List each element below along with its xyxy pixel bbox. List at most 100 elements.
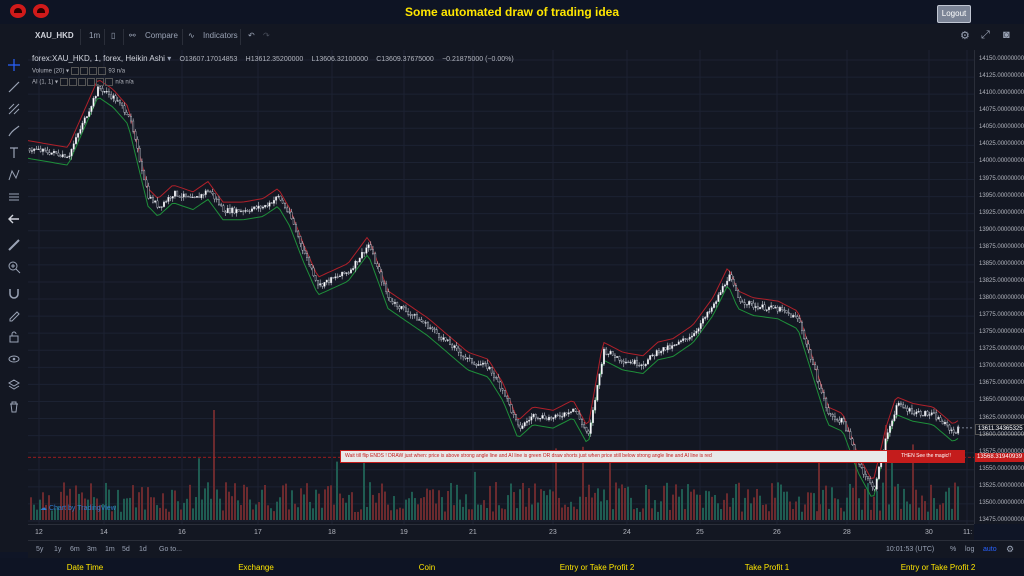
candle-body	[559, 415, 561, 417]
lock-icon[interactable]	[7, 330, 21, 344]
zoom-in-icon[interactable]	[7, 260, 21, 274]
range-5y[interactable]: 5y	[36, 546, 43, 553]
crosshair-icon[interactable]	[7, 58, 21, 72]
layers-icon[interactable]	[7, 378, 21, 392]
price-label: 13975.00000000	[979, 175, 1024, 182]
volume-bar	[111, 511, 113, 520]
goto-button[interactable]: Go to...	[159, 546, 182, 553]
price-chart[interactable]: forex:XAU_HKD, 1, forex, Heikin Ashi ▾ O…	[28, 50, 974, 524]
candle-body	[156, 200, 159, 208]
candle-body	[574, 408, 577, 412]
candle-body	[279, 195, 282, 201]
volume-bar	[957, 486, 959, 520]
candle-body	[746, 304, 748, 306]
candle-body	[842, 418, 845, 423]
candle-body	[493, 372, 495, 378]
volume-legend[interactable]: Volume (20) ▾ 93 n/a	[32, 67, 125, 75]
stay-in-drawing-icon[interactable]	[7, 308, 21, 322]
candle-body	[72, 143, 75, 150]
price-axis[interactable]: 13611.34365325 13568.31940939 14150.0000…	[974, 50, 1024, 524]
volume-bar	[333, 504, 335, 520]
indicators-button[interactable]: Indicators	[203, 31, 238, 40]
axis-settings-icon[interactable]: ⚙	[1006, 544, 1014, 555]
volume-values: 93 n/a	[108, 68, 126, 75]
candle-body	[488, 366, 491, 370]
volume-bar	[402, 508, 404, 520]
range-bar: 5y 1y 6m 3m 1m 5d 1d Go to... 10:01:53 (…	[28, 540, 1024, 559]
range-5d[interactable]: 5d	[122, 546, 130, 553]
candle-body	[611, 351, 614, 356]
candle-body	[684, 338, 687, 340]
measure-icon[interactable]	[7, 190, 21, 204]
magnet-icon[interactable]	[7, 286, 21, 300]
pattern-icon[interactable]	[7, 168, 21, 182]
candle-body	[710, 307, 713, 312]
footer-entry-tp2: Entry or Take Profit 2	[559, 563, 635, 572]
arrow-left-icon[interactable]	[7, 212, 21, 226]
candle-body	[446, 339, 449, 341]
volume-bar	[168, 511, 170, 520]
candle-body	[350, 269, 352, 274]
ai-legend[interactable]: AI (1, 1) ▾ n/a n/a	[32, 78, 134, 86]
symbol-search[interactable]: XAU_HKD	[35, 31, 74, 40]
range-1d[interactable]: 1d	[139, 546, 147, 553]
fullscreen-icon[interactable]: ⤢	[981, 29, 990, 42]
candle-body	[255, 206, 258, 209]
camera-icon[interactable]: ◙	[1003, 29, 1010, 41]
undo-icon[interactable]: ↶	[248, 31, 255, 40]
candle-body	[939, 417, 942, 422]
range-3m[interactable]: 3m	[87, 546, 97, 553]
chart-style-icon[interactable]: ▯	[111, 31, 115, 40]
volume-bar	[279, 497, 281, 520]
compare-button[interactable]: Compare	[145, 31, 178, 40]
volume-bar	[585, 496, 587, 520]
volume-bar	[453, 505, 455, 520]
logout-button[interactable]: Logout	[937, 5, 971, 23]
volume-bar	[873, 496, 875, 520]
volume-bar	[618, 488, 620, 520]
range-1m[interactable]: 1m	[105, 546, 115, 553]
candle-body	[541, 415, 544, 419]
ruler-icon[interactable]	[7, 238, 21, 252]
time-axis[interactable]: 12 14 16 17 18 19 21 23 24 25 26 28 30 11:	[28, 524, 974, 541]
candle-body	[336, 276, 339, 278]
eye-icon[interactable]	[7, 352, 21, 366]
pitchfork-icon[interactable]	[7, 102, 21, 116]
percent-toggle[interactable]: %	[950, 546, 956, 553]
trend-line-icon[interactable]	[7, 80, 21, 94]
candle-body	[693, 333, 696, 337]
tradingview-watermark[interactable]: ☁ Chart by TradingView	[40, 504, 116, 512]
candle-body	[33, 148, 36, 151]
settings-icon[interactable]: ⚙	[960, 29, 970, 42]
price-label: 13850.00000000	[979, 260, 1024, 267]
candle-body	[508, 398, 511, 405]
volume-bar	[225, 482, 227, 520]
candle-body	[57, 152, 60, 156]
interval-button[interactable]: 1m	[89, 31, 100, 40]
volume-bar	[378, 493, 380, 520]
redo-icon[interactable]: ↷	[263, 31, 270, 40]
volume-bar	[822, 489, 824, 520]
text-icon[interactable]	[7, 146, 21, 160]
candle-body	[484, 362, 487, 365]
candle-body	[383, 281, 385, 285]
candle-body	[50, 152, 53, 155]
utc-clock[interactable]: 10:01:53 (UTC)	[886, 546, 934, 553]
brush-icon[interactable]	[7, 124, 21, 138]
volume-bar	[105, 482, 107, 520]
candle-body	[739, 297, 742, 302]
candle-body	[222, 205, 225, 213]
volume-bar	[267, 505, 269, 520]
log-toggle[interactable]: log	[965, 546, 974, 553]
candle-body	[682, 338, 685, 341]
range-6m[interactable]: 6m	[70, 546, 80, 553]
trash-icon[interactable]	[7, 400, 21, 414]
price-label: 13950.00000000	[979, 192, 1024, 199]
volume-bar	[636, 507, 638, 520]
candle-body	[600, 363, 603, 375]
footer-exchange: Exchange	[238, 563, 274, 572]
auto-toggle[interactable]: auto	[983, 546, 997, 553]
candle-body	[110, 94, 113, 99]
range-1y[interactable]: 1y	[54, 546, 61, 553]
candle-body	[242, 210, 245, 212]
